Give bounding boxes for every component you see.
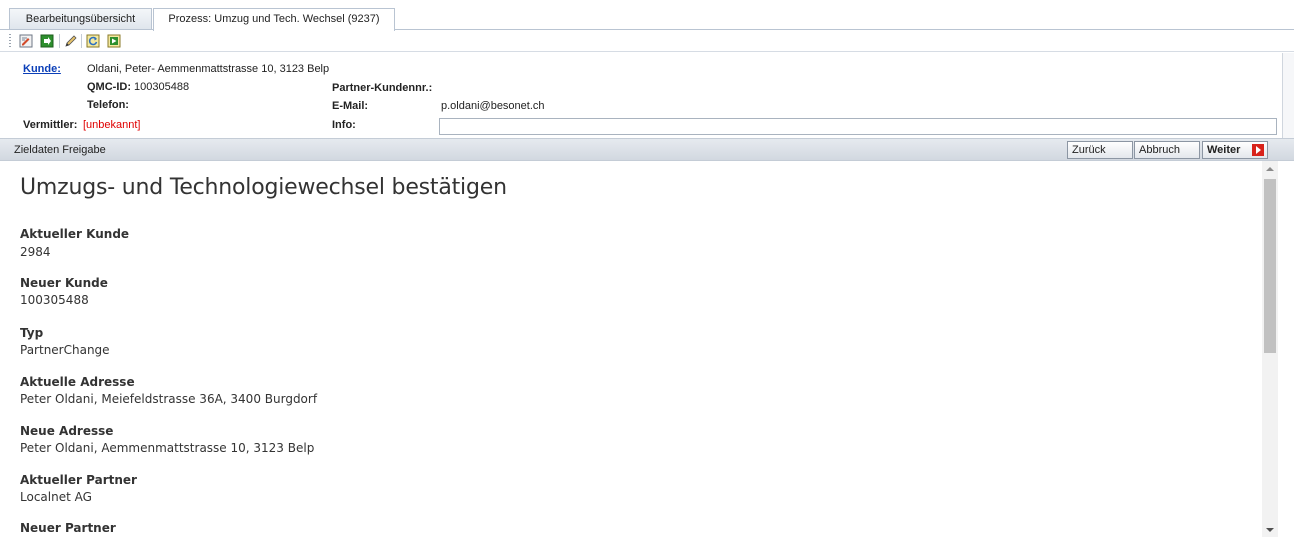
pencil-icon[interactable]	[64, 34, 78, 48]
field-value: 2984	[20, 245, 51, 259]
next-arrow-icon	[1252, 144, 1264, 156]
vertical-scrollbar[interactable]	[1262, 161, 1278, 537]
next-button[interactable]: Weiter	[1202, 141, 1268, 159]
customer-info-panel: Kunde: Oldani, Peter- Aemmenmattstrasse …	[0, 53, 1294, 138]
scroll-up-icon[interactable]	[1266, 167, 1274, 171]
email-label: E-Mail:	[332, 100, 369, 112]
edit-icon[interactable]	[19, 34, 33, 48]
kunde-link[interactable]: Kunde:	[23, 63, 61, 75]
info-field[interactable]	[439, 118, 1277, 135]
telefon-label: Telefon:	[87, 99, 129, 111]
go-icon[interactable]	[107, 34, 121, 48]
next-button-label: Weiter	[1207, 144, 1241, 156]
scroll-thumb[interactable]	[1264, 179, 1276, 353]
section-bar: Zieldaten Freigabe Zurück Abbruch Weiter	[0, 138, 1294, 161]
field-label: Aktueller Partner	[20, 473, 137, 487]
forward-icon[interactable]	[40, 34, 54, 48]
field-value: Localnet AG	[20, 490, 92, 504]
tab-bearbeitungsuebersicht[interactable]: Bearbeitungsübersicht	[9, 8, 152, 30]
refresh-icon[interactable]	[86, 34, 100, 48]
field-label: Neuer Partner	[20, 521, 116, 535]
field-label: Typ	[20, 326, 44, 340]
side-panel-edge	[1282, 53, 1294, 138]
field-value: Peter Oldani, Aemmenmattstrasse 10, 3123…	[20, 441, 315, 455]
tab-prozess[interactable]: Prozess: Umzug und Tech. Wechsel (9237)	[153, 8, 395, 31]
page-title: Umzugs- und Technologiewechsel bestätige…	[20, 175, 507, 200]
email-value: p.oldani@besonet.ch	[441, 100, 545, 112]
field-value: PartnerChange	[20, 343, 110, 357]
section-title: Zieldaten Freigabe	[14, 144, 106, 156]
field-label: Neuer Kunde	[20, 276, 108, 290]
vermittler-value: [unbekannt]	[83, 119, 141, 131]
vermittler-label: Vermittler:	[23, 119, 78, 131]
field-label: Aktuelle Adresse	[20, 375, 135, 389]
kunde-value: Oldani, Peter- Aemmenmattstrasse 10, 312…	[87, 63, 330, 75]
partner-kundennr-label: Partner-Kundennr.:	[332, 82, 433, 94]
field-value: 100305488	[20, 293, 89, 307]
cancel-button[interactable]: Abbruch	[1134, 141, 1200, 159]
toolbar	[0, 30, 1294, 52]
field-label: Neue Adresse	[20, 424, 114, 438]
qmc-id-value: 100305488	[134, 81, 190, 93]
main-content: Umzugs- und Technologiewechsel bestätige…	[0, 161, 1262, 537]
toolbar-grip	[9, 34, 11, 48]
qmc-id-label: QMC-ID:	[87, 81, 131, 93]
scroll-down-icon[interactable]	[1266, 528, 1274, 532]
field-value: Peter Oldani, Meiefeldstrasse 36A, 3400 …	[20, 392, 318, 406]
info-label: Info:	[332, 119, 356, 131]
back-button[interactable]: Zurück	[1067, 141, 1133, 159]
toolbar-separator	[59, 34, 60, 48]
toolbar-separator	[81, 34, 82, 48]
tab-bar: Bearbeitungsübersicht Prozess: Umzug und…	[0, 0, 1294, 31]
field-label: Aktueller Kunde	[20, 227, 130, 241]
